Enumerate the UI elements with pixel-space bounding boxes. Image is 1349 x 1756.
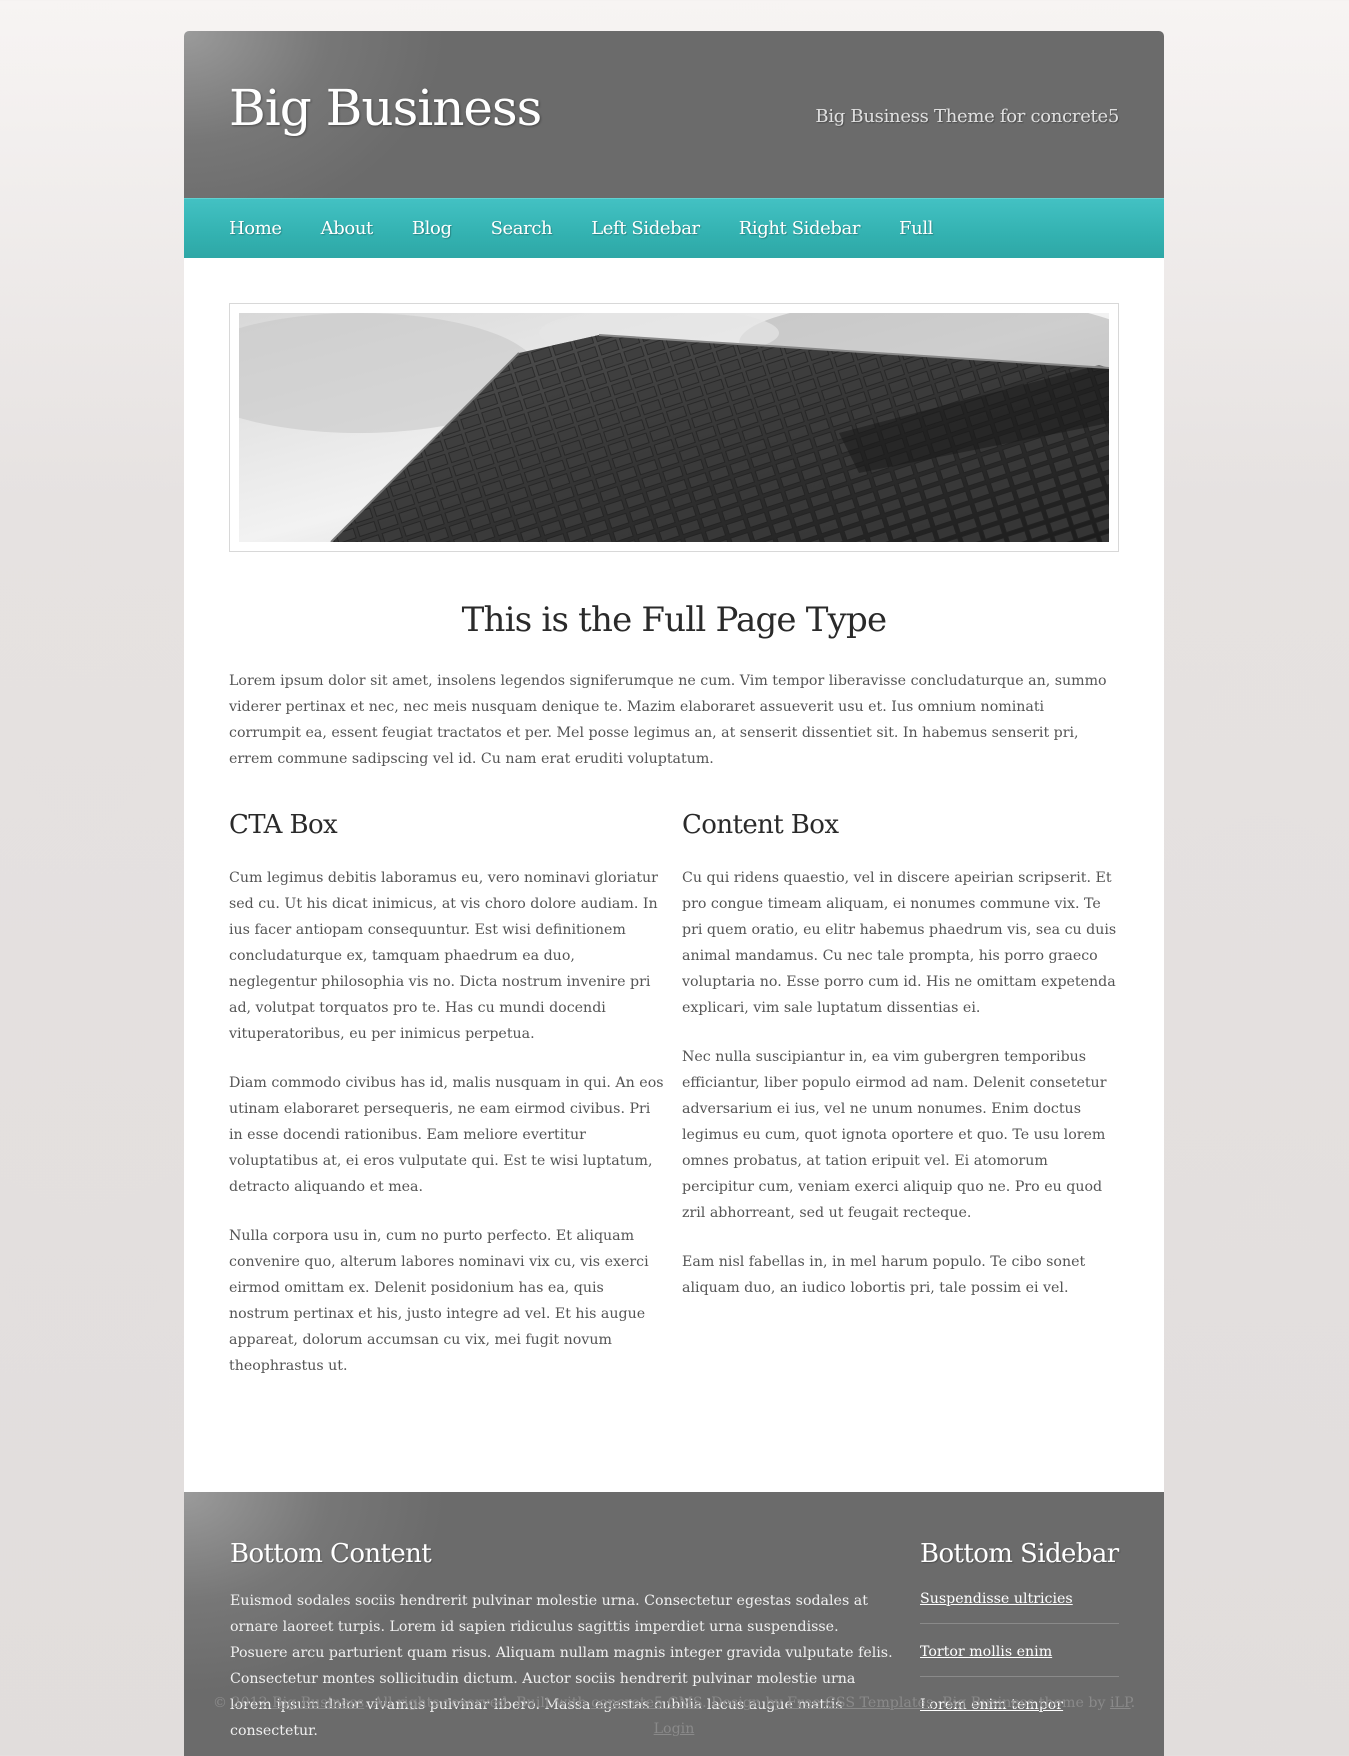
nav-item-full[interactable]: Full — [899, 218, 933, 239]
site-header: Big Business Big Business Theme for conc… — [184, 31, 1164, 198]
site-title[interactable]: Big Business — [229, 83, 542, 133]
banner-image — [239, 313, 1109, 542]
site-tagline: Big Business Theme for concrete5 — [815, 106, 1119, 127]
cta-paragraph: Diam commodo civibus has id, malis nusqu… — [229, 1075, 664, 1195]
content-box-title: Content Box — [682, 810, 839, 840]
content-paragraph: Eam nisl fabellas in, in mel harum popul… — [682, 1254, 1086, 1296]
nav-item-blog[interactable]: Blog — [412, 218, 452, 239]
footer-text: . — [1130, 1695, 1136, 1711]
intro-paragraph: Lorem ipsum dolor sit amet, insolens leg… — [229, 673, 1107, 767]
bottom-sidebar-title: Bottom Sidebar — [920, 1539, 1119, 1569]
page-container: Big Business Big Business Theme for conc… — [184, 31, 1164, 1756]
footer-design-link[interactable]: Free CSS Templates — [787, 1695, 933, 1711]
sidebar-link-suspendisse-ultricies[interactable]: Suspendisse ultricies — [920, 1591, 1073, 1607]
content-paragraph: Nec nulla suscipiantur in, ea vim guberg… — [682, 1049, 1107, 1221]
copyright-text: © 2012 — [212, 1695, 273, 1711]
footer-text: . Design by — [702, 1695, 788, 1711]
footer-text: . All rights reserved. Built with — [364, 1695, 592, 1711]
nav-item-left-sidebar[interactable]: Left Sidebar — [591, 218, 700, 239]
cta-box-title: CTA Box — [229, 810, 338, 840]
footer-author-link[interactable]: iLP — [1110, 1695, 1131, 1711]
banner-frame — [229, 303, 1119, 552]
two-column-content: CTA Box Cum legimus debitis laboramus eu… — [229, 807, 1119, 1402]
sidebar-link-tortor-mollis-enim[interactable]: Tortor mollis enim — [920, 1644, 1052, 1660]
nav-item-search[interactable]: Search — [491, 218, 553, 239]
content-paragraph: Cu qui ridens quaestio, vel in discere a… — [682, 870, 1117, 1016]
main-nav: Home About Blog Search Left Sidebar Righ… — [184, 198, 1164, 258]
main-content: This is the Full Page Type Lorem ipsum d… — [184, 258, 1164, 1492]
nav-item-home[interactable]: Home — [229, 218, 282, 239]
footer-site-link[interactable]: Big Business — [272, 1695, 364, 1711]
cta-paragraph: Cum legimus debitis laboramus eu, vero n… — [229, 870, 658, 1042]
list-item: Tortor mollis enim — [920, 1641, 1119, 1677]
list-item: Suspendisse ultricies — [920, 1588, 1119, 1624]
page-title: This is the Full Page Type — [461, 600, 887, 640]
login-link[interactable]: Login — [654, 1721, 695, 1737]
nav-item-about[interactable]: About — [321, 218, 374, 239]
nav-item-right-sidebar[interactable]: Right Sidebar — [739, 218, 861, 239]
footer-cms-link[interactable]: concrete5 CMS — [591, 1695, 702, 1711]
content-box: Content Box Cu qui ridens quaestio, vel … — [682, 807, 1119, 1402]
cta-box: CTA Box Cum legimus debitis laboramus eu… — [229, 807, 666, 1402]
bottom-content-title: Bottom Content — [230, 1539, 432, 1569]
cta-paragraph: Nulla corpora usu in, cum no purto perfe… — [229, 1228, 649, 1374]
site-footer: © 2012 Big Business. All rights reserved… — [184, 1690, 1164, 1742]
footer-text: . Big Business theme by — [933, 1695, 1110, 1711]
